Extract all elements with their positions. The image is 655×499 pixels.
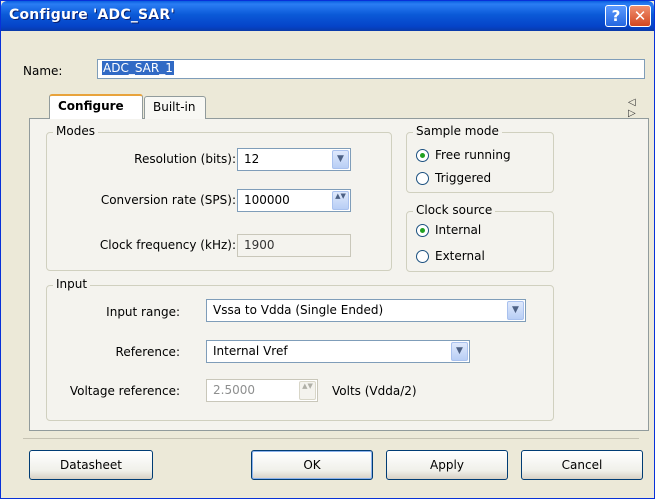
input-legend: Input <box>53 277 91 291</box>
spin-arrows-icon: ▲▼ <box>299 381 316 400</box>
cancel-button[interactable]: Cancel <box>521 450 643 480</box>
clock-frequency-field: 1900 <box>237 234 351 257</box>
radio-checked-icon <box>416 149 429 162</box>
configure-panel: Modes Resolution (bits): 12 ▼ Conversion… <box>29 119 649 431</box>
chevron-down-icon[interactable]: ▼ <box>451 342 468 361</box>
configure-dialog: Configure 'ADC_SAR' ? ✕ Name: ADC_SAR_1 … <box>0 0 655 499</box>
radio-external[interactable]: External <box>416 249 485 263</box>
conversion-rate-label: Conversion rate (SPS): <box>100 193 236 207</box>
name-value: ADC_SAR_1 <box>102 61 174 75</box>
help-icon: ? <box>611 7 621 25</box>
voltage-reference-value: 2.5000 <box>213 383 255 397</box>
chevron-down-icon[interactable]: ▼ <box>332 150 349 169</box>
close-icon: ✕ <box>633 7 647 25</box>
voltage-reference-unit: Volts (Vdda/2) <box>332 384 417 398</box>
radio-triggered[interactable]: Triggered <box>416 171 491 185</box>
radio-unchecked-icon <box>416 172 429 185</box>
title-bar[interactable]: Configure 'ADC_SAR' ? ✕ <box>1 1 654 31</box>
ok-button[interactable]: OK <box>251 450 373 480</box>
spin-arrows-icon[interactable]: ▲▼ <box>332 191 349 210</box>
input-range-select[interactable]: Vssa to Vdda (Single Ended) ▼ <box>206 299 526 322</box>
conversion-rate-value: 100000 <box>244 193 290 207</box>
voltage-reference-label: Voltage reference: <box>69 384 180 398</box>
clock-source-legend: Clock source <box>413 203 496 217</box>
window-title: Configure 'ADC_SAR' <box>9 7 175 23</box>
tab-built-in-label: Built-in <box>153 100 196 114</box>
input-range-value: Vssa to Vdda (Single Ended) <box>213 303 384 317</box>
internal-label: Internal <box>435 223 482 237</box>
modes-legend: Modes <box>53 124 98 138</box>
triggered-label: Triggered <box>435 171 492 185</box>
name-label: Name: <box>23 64 63 78</box>
tab-scroll-arrows-icon[interactable]: ◁ ▷ <box>628 97 654 119</box>
conversion-rate-spinner[interactable]: 100000 ▲▼ <box>237 189 351 212</box>
close-button[interactable]: ✕ <box>629 5 651 27</box>
clock-frequency-value: 1900 <box>244 238 275 252</box>
resolution-value: 12 <box>244 152 260 166</box>
help-button[interactable]: ? <box>605 5 627 27</box>
tab-built-in[interactable]: Built-in <box>144 96 206 119</box>
input-range-label: Input range: <box>106 305 180 319</box>
free-running-label: Free running <box>435 148 511 162</box>
chevron-down-icon[interactable]: ▼ <box>507 301 524 320</box>
footer-divider <box>23 438 639 439</box>
datasheet-button[interactable]: Datasheet <box>29 450 153 480</box>
tab-configure[interactable]: Configure <box>49 94 143 119</box>
apply-button[interactable]: Apply <box>386 450 508 480</box>
radio-free-running[interactable]: Free running <box>416 148 511 162</box>
radio-checked-icon <box>416 224 429 237</box>
resolution-label: Resolution (bits): <box>134 152 236 166</box>
clock-frequency-label: Clock frequency (kHz): <box>99 238 236 252</box>
reference-label: Reference: <box>115 345 180 359</box>
radio-unchecked-icon <box>416 250 429 263</box>
voltage-reference-spinner: 2.5000 ▲▼ <box>206 379 318 402</box>
external-label: External <box>435 249 485 263</box>
sample-mode-legend: Sample mode <box>413 124 502 138</box>
radio-internal[interactable]: Internal <box>416 223 481 237</box>
tab-configure-label: Configure <box>58 99 124 113</box>
reference-value: Internal Vref <box>213 344 288 358</box>
name-input[interactable]: ADC_SAR_1 <box>97 59 645 79</box>
resolution-select[interactable]: 12 ▼ <box>237 148 351 171</box>
reference-select[interactable]: Internal Vref ▼ <box>206 340 470 363</box>
